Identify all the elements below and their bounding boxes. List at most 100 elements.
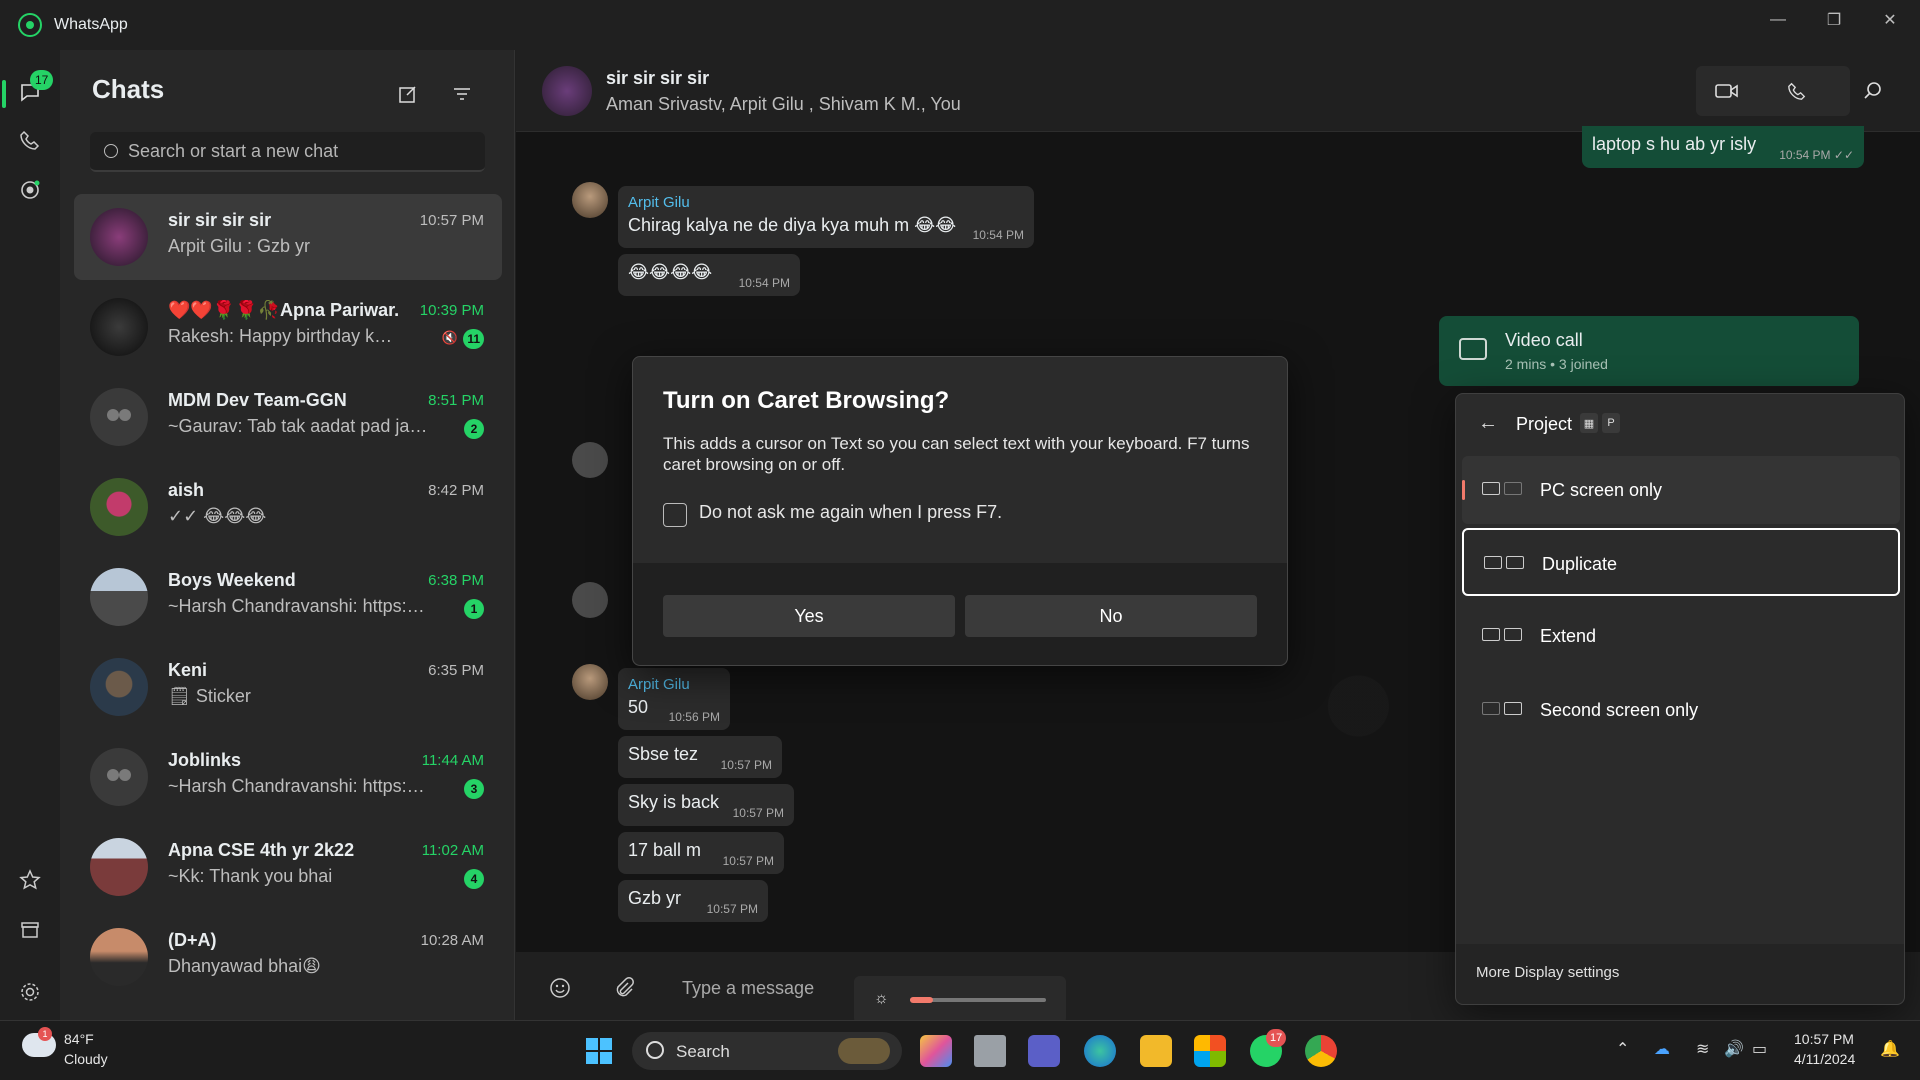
unread-badge: 2	[464, 419, 484, 439]
video-call-icon[interactable]	[1702, 66, 1752, 116]
edge-browser-icon[interactable]	[1084, 1035, 1116, 1067]
sender-avatar[interactable]	[572, 582, 608, 618]
weather-condition: Cloudy	[64, 1051, 108, 1067]
muted-icon: 🔇	[441, 330, 458, 345]
chat-name: MDM Dev Team-GGN	[168, 390, 347, 410]
search-placeholder: Search or start a new chat	[128, 140, 339, 161]
chrome-icon[interactable]	[1305, 1035, 1337, 1067]
conversation-title: sir sir sir sir	[606, 68, 710, 88]
yes-button[interactable]: Yes	[663, 595, 955, 637]
taskbar-search[interactable]: Search	[632, 1032, 902, 1070]
second-screen-only-option[interactable]: Second screen only	[1462, 676, 1900, 744]
clock-time[interactable]: 10:57 PM	[1794, 1031, 1854, 1047]
do-not-ask-label[interactable]: Do not ask me again when I press F7.	[699, 502, 1002, 523]
shortcut-key: P	[1602, 413, 1620, 433]
starred-icon[interactable]	[14, 864, 46, 896]
settings-gear-icon[interactable]	[14, 976, 46, 1008]
incoming-message[interactable]: Gzb yr 10:57 PM	[618, 880, 768, 922]
group-avatar[interactable]	[542, 66, 592, 116]
chat-item[interactable]: Joblinks ~Harsh Chandravanshi: https://w…	[74, 734, 502, 820]
extend-option[interactable]: Extend	[1462, 602, 1900, 670]
copilot-icon[interactable]	[920, 1035, 952, 1067]
maximize-button[interactable]: ❐	[1806, 0, 1862, 40]
search-input[interactable]: Search or start a new chat	[90, 132, 485, 172]
outgoing-message[interactable]: laptop s hu ab yr isly 10:54 PM ✓✓	[1582, 126, 1864, 168]
chat-avatar	[90, 478, 148, 536]
emoji-icon[interactable]	[546, 974, 574, 1002]
clock-date[interactable]: 4/11/2024	[1794, 1051, 1855, 1067]
message-time: 10:57 PM	[706, 902, 758, 916]
more-display-settings-link[interactable]: More Display settings	[1476, 964, 1619, 981]
chat-item[interactable]: Keni 🗒 Sticker 6:35 PM	[74, 644, 502, 730]
incoming-message[interactable]: Sbse tez 10:57 PM	[618, 736, 782, 778]
chat-item[interactable]: (D+A) Dhanyawad bhai😩 10:28 AM	[74, 914, 502, 1000]
message-time: 10:57 PM	[732, 806, 784, 820]
chat-avatar	[90, 208, 148, 266]
voice-call-icon[interactable]	[1772, 66, 1822, 116]
chat-last-message: ~Harsh Chandravanshi: https://ww...	[168, 776, 428, 796]
incoming-message[interactable]: Arpit Gilu 50 10:56 PM	[618, 668, 730, 730]
dialog-body: This adds a cursor on Text so you can se…	[663, 434, 1250, 474]
chat-name: sir sir sir sir	[168, 210, 272, 230]
start-windows-icon[interactable]	[583, 1035, 615, 1067]
second-screen-only-icon	[1482, 700, 1526, 720]
wifi-icon[interactable]: ≋	[1696, 1039, 1709, 1059]
no-button[interactable]: No	[965, 595, 1257, 637]
onedrive-icon[interactable]: ☁	[1654, 1039, 1670, 1059]
chat-item[interactable]: MDM Dev Team-GGN ~Gaurav: Tab tak aadat …	[74, 374, 502, 460]
option-label: Second screen only	[1540, 700, 1699, 720]
chat-last-message: ~Harsh Chandravanshi: https://ge...	[168, 596, 428, 616]
chat-item[interactable]: sir sir sir sir Arpit Gilu : Gzb yr 10:5…	[74, 194, 502, 280]
new-chat-icon[interactable]	[392, 78, 424, 110]
meet-icon[interactable]	[1028, 1035, 1060, 1067]
message-input[interactable]: Type a message	[682, 978, 814, 999]
close-button[interactable]: ✕	[1862, 0, 1918, 40]
filter-icon[interactable]	[446, 78, 478, 110]
chat-item[interactable]: ❤️❤️🌹🌹🥀Apna Pariwar... Rakesh: Happy bir…	[74, 284, 502, 370]
volume-icon[interactable]: 🔊	[1724, 1039, 1744, 1059]
chat-last-message: 🗒 Sticker	[168, 686, 251, 706]
chat-item[interactable]: Boys Weekend ~Harsh Chandravanshi: https…	[74, 554, 502, 640]
chat-time: 11:02 AM	[421, 842, 484, 859]
title-bar: WhatsApp — ❐ ✕	[0, 0, 1920, 50]
chat-time: 11:44 AM	[421, 752, 484, 769]
status-icon[interactable]	[14, 174, 46, 206]
search-messages-icon[interactable]	[1848, 66, 1898, 116]
sender-avatar[interactable]	[572, 182, 608, 218]
video-call-message[interactable]: Video call 2 mins • 3 joined	[1439, 316, 1859, 386]
sender-avatar[interactable]	[572, 664, 608, 700]
brightness-slider-fill	[910, 997, 933, 1003]
chat-last-message: Arpit Gilu : Gzb yr	[168, 236, 311, 256]
unread-badge: 3	[464, 779, 484, 799]
brightness-icon: ☼	[874, 990, 889, 1007]
back-arrow-icon[interactable]: ←	[1478, 412, 1498, 435]
chat-last-message: Rakesh: Happy birthday kannu...	[168, 326, 398, 346]
sender-avatar[interactable]	[572, 442, 608, 478]
chat-item[interactable]: aish ✓✓ 😂😂😂 8:42 PM	[74, 464, 502, 550]
battery-icon[interactable]: ▭	[1752, 1039, 1767, 1059]
pc-screen-only-icon	[1482, 480, 1526, 500]
pc-screen-only-option[interactable]: PC screen only	[1462, 456, 1900, 524]
incoming-message[interactable]: Arpit Gilu Chirag kalya ne de diya kya m…	[618, 186, 1034, 248]
project-title: Project	[1516, 414, 1573, 434]
incoming-message[interactable]: 17 ball m 10:57 PM	[618, 832, 784, 874]
chat-item[interactable]: Apna CSE 4th yr 2k22 ~Kk: Thank you bhai…	[74, 824, 502, 910]
windows-key-icon: ▦	[1580, 413, 1598, 433]
attach-icon[interactable]	[610, 974, 638, 1002]
conversation-header[interactable]: sir sir sir sir Aman Srivastv, Arpit Gil…	[516, 50, 1920, 132]
file-explorer-icon[interactable]	[1140, 1035, 1172, 1067]
group-avatar-icon	[90, 388, 148, 446]
minimize-button[interactable]: —	[1750, 0, 1806, 40]
duplicate-option[interactable]: Duplicate	[1462, 528, 1900, 596]
archive-icon[interactable]	[14, 914, 46, 946]
do-not-ask-checkbox[interactable]	[663, 503, 687, 527]
show-hidden-icons-chevron-icon[interactable]: ⌃	[1616, 1039, 1629, 1059]
notification-bell-icon[interactable]: 🔔	[1880, 1039, 1900, 1059]
calls-icon[interactable]	[14, 124, 46, 156]
incoming-message[interactable]: 😂😂😂😂 10:54 PM	[618, 254, 800, 296]
search-icon	[104, 144, 118, 158]
microsoft-store-icon[interactable]	[1194, 1035, 1226, 1067]
incoming-message[interactable]: Sky is back 10:57 PM	[618, 784, 794, 826]
taskbar: 1 84°F Cloudy Search 17 ⌃ ☁ ≋ 🔊 ▭ 10:57 …	[0, 1020, 1920, 1080]
task-view-icon[interactable]	[974, 1035, 1006, 1067]
